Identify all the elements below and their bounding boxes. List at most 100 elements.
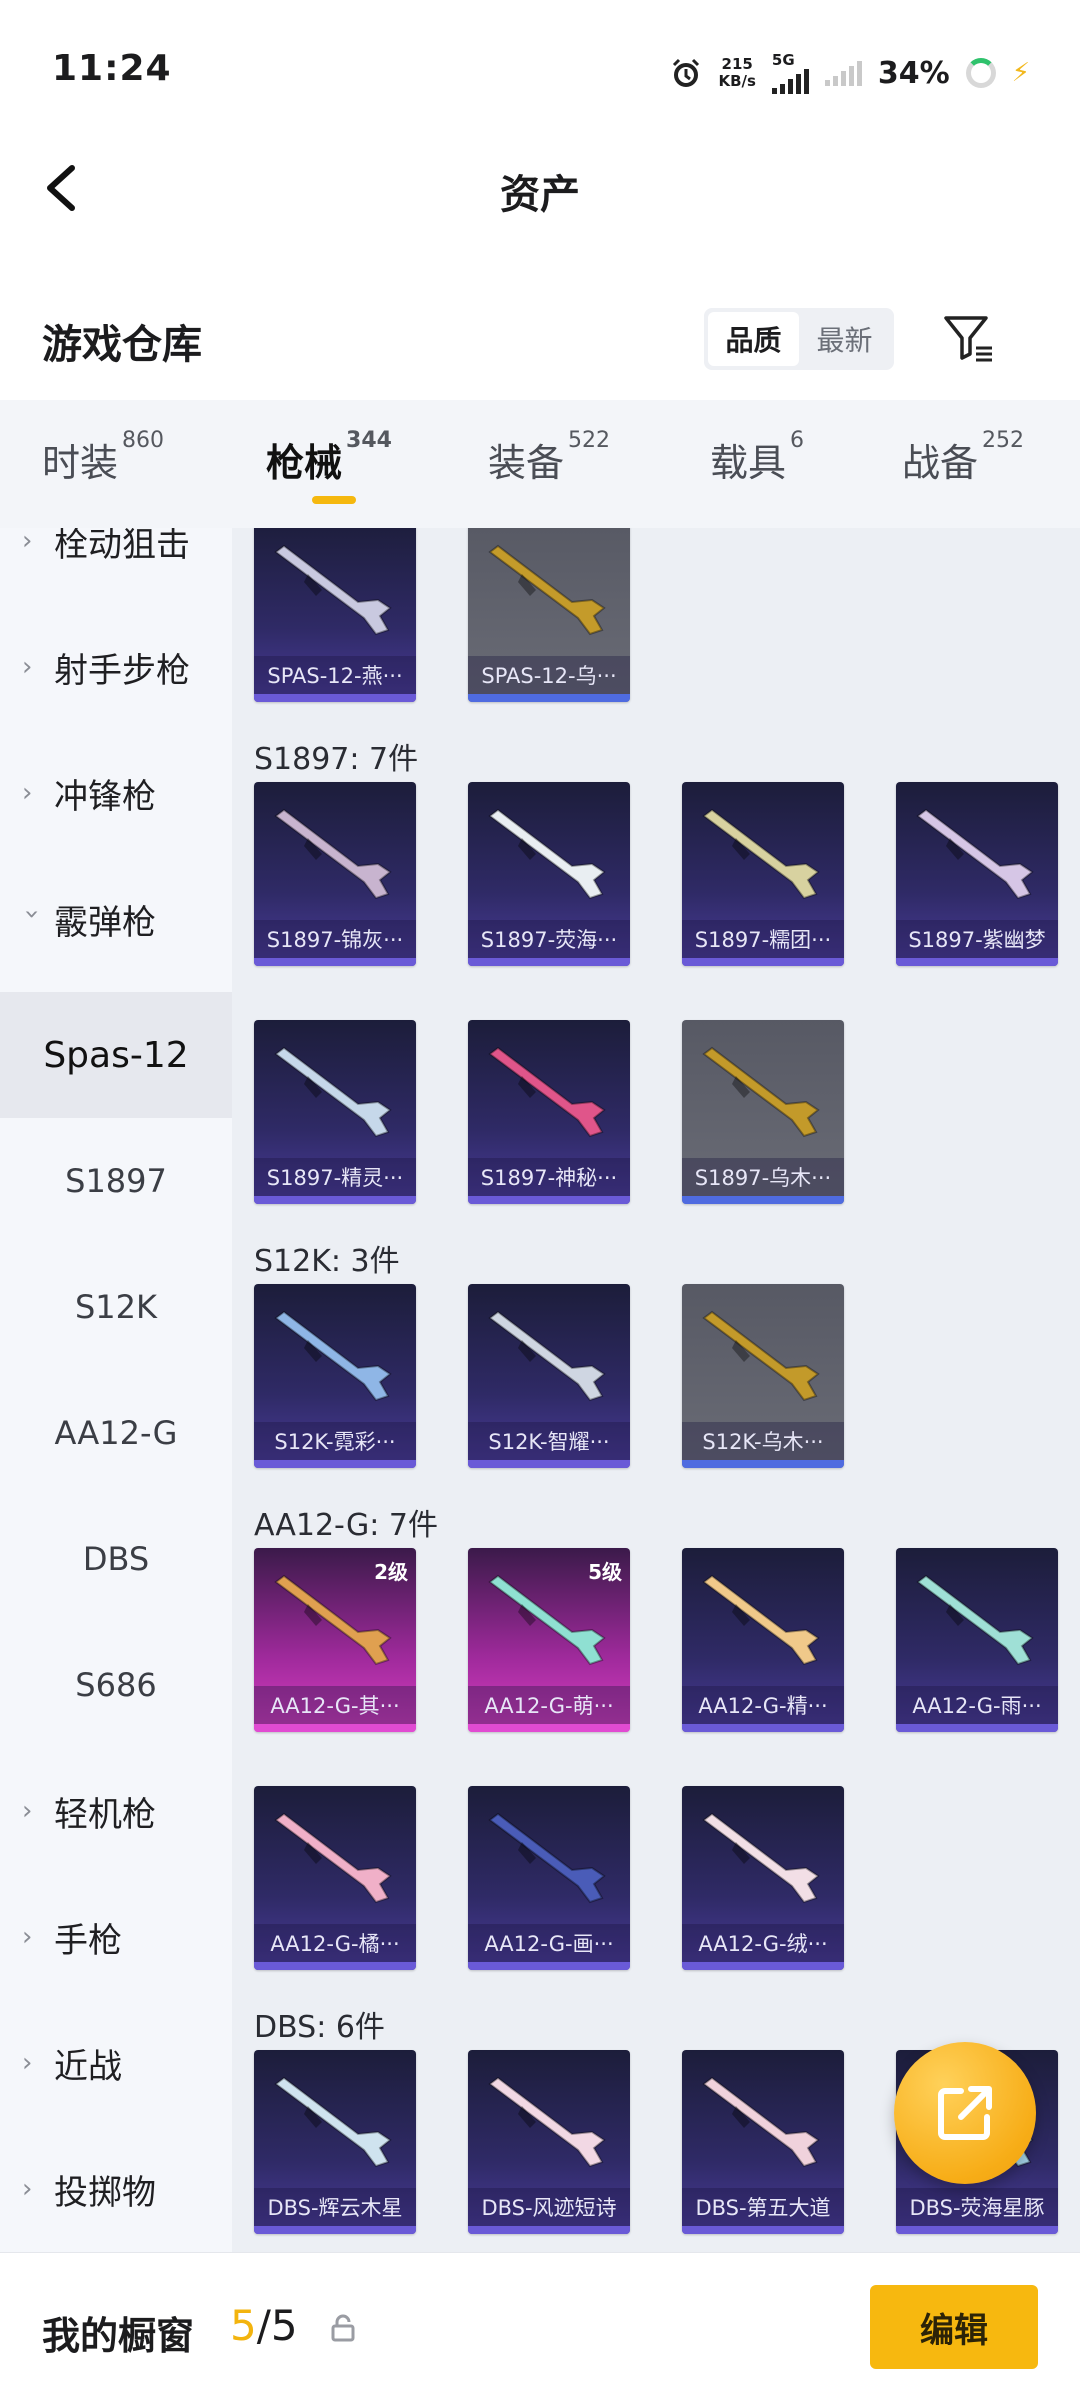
rarity-bar xyxy=(254,1196,416,1204)
weapon-skin-card[interactable]: S12K-乌木··· xyxy=(682,1284,844,1468)
sidebar-item-label: S12K xyxy=(74,1288,157,1326)
status-time: 11:24 xyxy=(52,48,172,89)
sidebar-item-marksman-rifle[interactable]: › 射手步枪 xyxy=(0,604,232,730)
weapon-skin-card[interactable]: S1897-精灵··· xyxy=(254,1020,416,1204)
sidebar-item-throwable[interactable]: › 投掷物 xyxy=(0,2126,232,2252)
weapon-skin-card[interactable]: S1897-紫幽梦 xyxy=(896,782,1058,966)
skin-name: S12K-乌木··· xyxy=(682,1422,844,1460)
chevron-right-icon: › xyxy=(22,1922,33,1952)
signal-icon: 5G xyxy=(771,51,809,94)
tab-combat-gear[interactable]: 战备252 xyxy=(902,428,1024,487)
status-bar: 11:24 215 KB/s 5G 34% ⚡ xyxy=(0,0,1080,140)
weapon-skin-card[interactable]: DBS-第五大道 xyxy=(682,2050,844,2234)
shotgun-icon xyxy=(274,1046,392,1138)
sidebar-item-s1897[interactable]: S1897 xyxy=(0,1118,232,1244)
rarity-bar xyxy=(468,958,630,966)
skin-level-badge: 2级 xyxy=(374,1560,408,1584)
sidebar-item-label: Spas-12 xyxy=(43,1034,189,1076)
sidebar-item-pistol[interactable]: › 手枪 xyxy=(0,1874,232,2000)
weapon-skin-card[interactable]: S12K-智耀··· xyxy=(468,1284,630,1468)
weapon-skin-card[interactable]: S1897-锦灰··· xyxy=(254,782,416,966)
weapon-skin-card[interactable]: AA12-G-橘··· xyxy=(254,1786,416,1970)
app-header: 资产 xyxy=(0,140,1080,240)
tab-vehicles[interactable]: 载具6 xyxy=(710,428,804,487)
tab-count: 252 xyxy=(982,428,1025,453)
tab-equipment[interactable]: 装备522 xyxy=(488,428,610,487)
sidebar-item-aa12g[interactable]: AA12-G xyxy=(0,1370,232,1496)
network-type: 5G xyxy=(771,51,795,69)
weapon-skin-grid: SPAS-12-燕··· SPAS-12-乌··· S1897: 7件 S1897-锦… xyxy=(232,528,1080,2252)
sidebar-item-dbs[interactable]: DBS xyxy=(0,1496,232,1622)
shotgun-icon xyxy=(488,544,606,636)
skin-name: AA12-G-绒··· xyxy=(682,1924,844,1962)
active-tab-indicator xyxy=(312,496,356,504)
charging-icon: ⚡ xyxy=(1011,58,1030,88)
rarity-bar xyxy=(896,2226,1058,2234)
tab-count: 344 xyxy=(346,428,392,453)
weapon-skin-card[interactable]: SPAS-12-乌··· xyxy=(468,528,630,702)
weapon-skin-card[interactable]: DBS-风迹短诗 xyxy=(468,2050,630,2234)
rarity-bar xyxy=(254,1460,416,1468)
rarity-bar xyxy=(254,1962,416,1970)
weapon-skin-card[interactable]: AA12-G-画··· xyxy=(468,1786,630,1970)
weapon-skin-card[interactable]: SPAS-12-燕··· xyxy=(254,528,416,702)
weapon-skin-card[interactable]: S1897-糯团··· xyxy=(682,782,844,966)
rarity-bar xyxy=(468,1724,630,1732)
skin-name: AA12-G-画··· xyxy=(468,1924,630,1962)
tab-label: 装备 xyxy=(488,441,565,485)
rarity-bar xyxy=(468,694,630,702)
sidebar-item-spas12[interactable]: Spas-12 xyxy=(0,992,232,1118)
tab-fashion[interactable]: 时装860 xyxy=(42,428,164,487)
sidebar-item-bolt-sniper[interactable]: › 栓动狙击 xyxy=(0,528,232,604)
weapon-skin-card[interactable]: AA12-G-雨··· xyxy=(896,1548,1058,1732)
sidebar-item-s12k[interactable]: S12K xyxy=(0,1244,232,1370)
sidebar-item-melee[interactable]: › 近战 xyxy=(0,2000,232,2126)
filter-icon[interactable] xyxy=(940,310,996,366)
sidebar-item-s686[interactable]: S686 xyxy=(0,1622,232,1748)
share-button[interactable] xyxy=(894,2042,1036,2184)
weapon-skin-card[interactable]: S12K-霓彩··· xyxy=(254,1284,416,1468)
section-label: AA12-G: 7件 xyxy=(254,1508,438,1543)
rarity-bar xyxy=(682,1460,844,1468)
sidebar-item-smg[interactable]: › 冲锋枪 xyxy=(0,730,232,856)
shotgun-icon xyxy=(274,1310,392,1402)
shotgun-icon xyxy=(702,1310,820,1402)
showcase-count: 5/5 xyxy=(230,2301,298,2350)
section-label: DBS: 6件 xyxy=(254,2010,385,2045)
skin-name: S12K-霓彩··· xyxy=(254,1422,416,1460)
weapon-skin-card[interactable]: AA12-G-精··· xyxy=(682,1548,844,1732)
shotgun-icon xyxy=(916,1574,1034,1666)
weapon-skin-card[interactable]: S1897-荧海··· xyxy=(468,782,630,966)
shotgun-icon xyxy=(702,2076,820,2168)
weapon-skin-card[interactable]: 5级 AA12-G-萌··· xyxy=(468,1548,630,1732)
sidebar-item-label: 手枪 xyxy=(54,1920,122,1961)
weapon-skin-card[interactable]: 2级 AA12-G-其··· xyxy=(254,1548,416,1732)
weapon-skin-card[interactable]: AA12-G-绒··· xyxy=(682,1786,844,1970)
tab-count: 6 xyxy=(790,428,805,453)
tab-firearms[interactable]: 枪械344 xyxy=(266,428,392,487)
shotgun-icon xyxy=(488,2076,606,2168)
battery-icon xyxy=(965,58,996,88)
chevron-right-icon: › xyxy=(22,778,33,808)
skin-name: AA12-G-萌··· xyxy=(468,1686,630,1724)
shotgun-icon xyxy=(702,1812,820,1904)
skin-name: DBS-辉云木星 xyxy=(254,2188,416,2226)
sidebar-item-shotgun[interactable]: › 霰弹枪 xyxy=(0,856,232,982)
sidebar-item-label: AA12-G xyxy=(54,1414,178,1452)
weapon-skin-card[interactable]: S1897-神秘··· xyxy=(468,1020,630,1204)
shotgun-icon xyxy=(274,808,392,900)
skin-name: S1897-锦灰··· xyxy=(254,920,416,958)
warehouse-title: 游戏仓库 xyxy=(42,322,202,368)
rarity-bar xyxy=(254,958,416,966)
rarity-bar xyxy=(254,1724,416,1732)
weapon-skin-card[interactable]: DBS-辉云木星 xyxy=(254,2050,416,2234)
edit-button[interactable]: 编辑 xyxy=(870,2285,1038,2369)
sort-newest-button[interactable]: 最新 xyxy=(799,312,890,366)
rarity-bar xyxy=(254,694,416,702)
weapon-skin-card[interactable]: S1897-乌木··· xyxy=(682,1020,844,1204)
shotgun-icon xyxy=(702,1046,820,1138)
skin-name: AA12-G-其··· xyxy=(254,1686,416,1724)
tab-count: 522 xyxy=(568,428,611,453)
sort-quality-button[interactable]: 品质 xyxy=(708,312,799,366)
sidebar-item-lmg[interactable]: › 轻机枪 xyxy=(0,1748,232,1874)
